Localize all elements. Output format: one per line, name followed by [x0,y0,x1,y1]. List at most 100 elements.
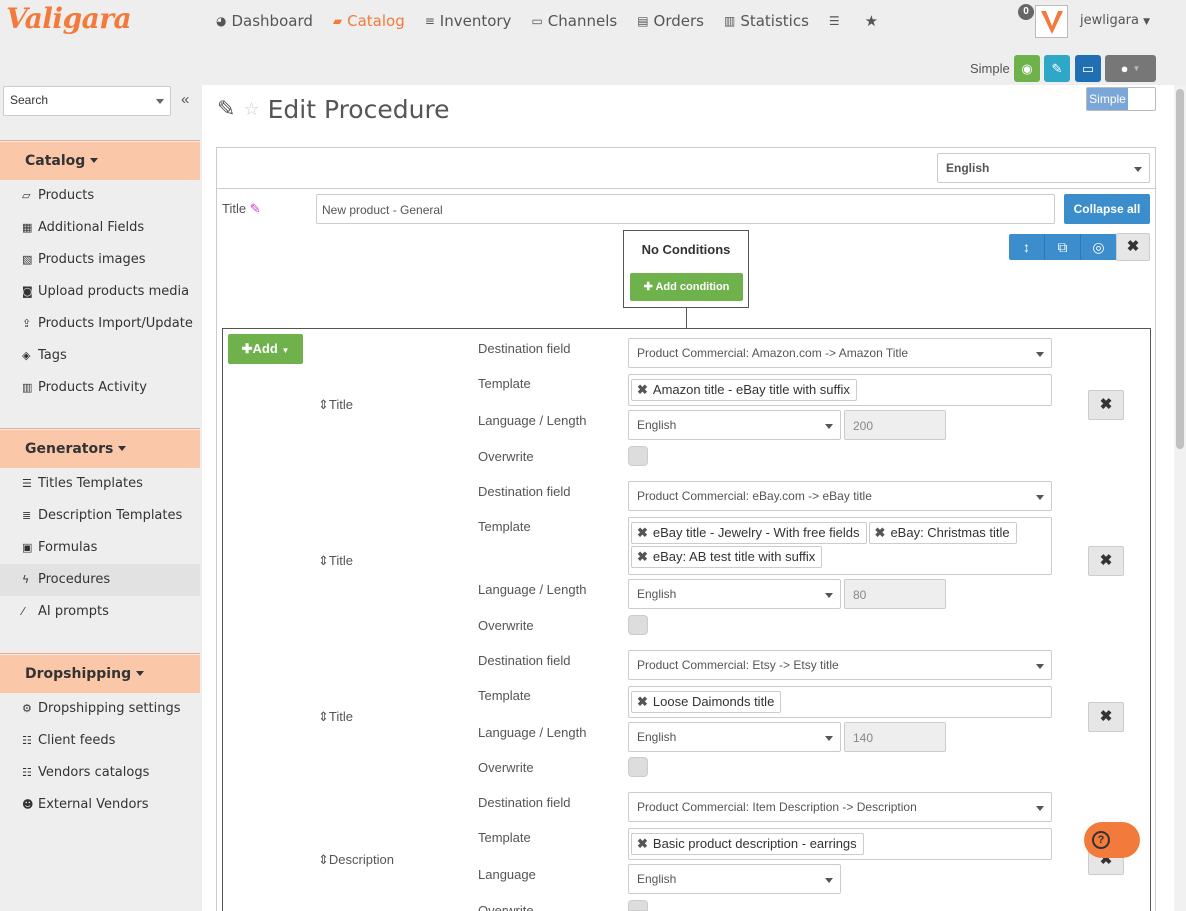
sidebar-item-description-templates[interactable]: ≣ Description Templates [0,500,200,532]
close-icon: ✖ [1126,238,1140,255]
language-select[interactable]: English [937,153,1150,183]
rule-type-label[interactable]: ⇕Title [318,553,353,569]
money-icon: ▣ [22,541,33,554]
valigara-logo[interactable]: Valigara [6,2,132,35]
nav-orders[interactable]: ▤ Orders [637,12,704,30]
remove-icon[interactable]: ✖ [637,525,648,540]
edit-button[interactable]: ✎ [1044,55,1070,82]
destination-select[interactable]: Product Commercial: Etsy -> Etsy title [628,650,1052,680]
delete-group-button[interactable]: ✖ [1116,233,1150,261]
text-height-icon: ☰ [22,477,32,490]
length-input[interactable]: 200 [844,410,946,440]
eye-button[interactable]: ◉ [1014,55,1040,82]
template-tag[interactable]: ✖ Basic product description - earrings [631,833,864,855]
star-icon: ★ [864,12,879,30]
sidebar-item-vendors-catalogs[interactable]: ☷ Vendors catalogs [0,757,200,789]
template-tags[interactable]: ✖ eBay title - Jewelry - With free fields… [628,517,1052,575]
username[interactable]: jewligara ▼ [1080,13,1150,28]
delete-rule-button[interactable]: ✖ [1088,702,1124,732]
sidebar-item-titles-templates[interactable]: ☰ Titles Templates [0,468,200,500]
remove-icon[interactable]: ✖ [875,525,886,540]
nav-dashboard[interactable]: ◕ Dashboard [216,12,313,30]
language-select[interactable]: English [628,864,841,894]
delete-rule-button[interactable]: ✖ [1088,546,1124,576]
length-input[interactable]: 140 [844,722,946,752]
sidebar-item-products-activity[interactable]: ▥ Products Activity [0,372,200,404]
edit-icon[interactable]: ✎ [250,201,261,216]
sidebar-item-dropshipping-settings[interactable]: ⚙ Dropshipping settings [0,693,200,725]
copy-button[interactable]: ⧉ [1045,234,1081,260]
sidebar-item-client-feeds[interactable]: ☷ Client feeds [0,725,200,757]
upload-icon: ⇪ [22,317,32,330]
destination-select[interactable]: Product Commercial: eBay.com -> eBay tit… [628,481,1052,511]
title-input[interactable]: New product - General [316,194,1055,224]
remove-icon[interactable]: ✖ [637,382,648,397]
page-scrollbar[interactable] [1174,85,1186,911]
nav-more-menu[interactable]: ☰ [829,12,845,30]
remove-icon[interactable]: ✖ [637,836,648,851]
template-tags[interactable]: ✖ Amazon title - eBay title with suffix [628,374,1052,406]
destination-select[interactable]: Product Commercial: Item Description -> … [628,792,1052,822]
overwrite-checkbox[interactable] [628,446,648,466]
sidebar-item-additional-fields[interactable]: ▦ Additional Fields [0,212,200,244]
star-outline-icon[interactable]: ☆ [243,99,259,120]
overwrite-checkbox[interactable] [628,900,648,911]
tags-icon: ◈ [22,349,31,362]
rule-type-label[interactable]: ⇕Description [318,852,394,868]
sidebar-item-import-update[interactable]: ⇪ Products Import/Update [0,308,200,340]
nav-channels[interactable]: ▭ Channels [531,12,617,30]
overwrite-label: Overwrite [478,903,534,911]
resize-button[interactable]: ↕ [1009,234,1045,260]
desktop-button[interactable]: ▭ [1075,55,1101,82]
overwrite-checkbox[interactable] [628,757,648,777]
hide-button[interactable]: ◎ [1081,234,1117,260]
notification-badge[interactable]: 0 [1018,4,1034,20]
template-tags[interactable]: ✖ Basic product description - earrings [628,828,1052,860]
delete-rule-button[interactable]: ✖ [1088,390,1124,420]
nav-favorites[interactable]: ★ [865,12,883,30]
destination-select[interactable]: Product Commercial: Amazon.com -> Amazon… [628,338,1052,368]
sidebar-item-formulas[interactable]: ▣ Formulas [0,532,200,564]
template-tag[interactable]: ✖ eBay title - Jewelry - With free fields [631,522,867,544]
template-tag[interactable]: ✖ eBay: Christmas title [868,522,1017,544]
template-tag[interactable]: ✖ eBay: AB test title with suffix [631,546,823,568]
search-select[interactable]: Search [3,86,171,116]
sidebar-section-catalog[interactable]: Catalog [0,142,200,180]
template-tag[interactable]: ✖ Amazon title - eBay title with suffix [631,379,857,401]
simple-toggle[interactable]: Simple [1086,87,1156,111]
template-tags[interactable]: ✖ Loose Daimonds title [628,686,1052,718]
language-select[interactable]: English [628,410,841,440]
scrollbar-thumb[interactable] [1176,89,1184,449]
language-select[interactable]: English [628,722,841,752]
rule-type-label[interactable]: ⇕Title [318,397,353,413]
sidebar-item-ai-prompts[interactable]: ⁄ AI prompts [0,596,200,628]
users-icon: ☻ [22,798,34,811]
nav-catalog[interactable]: ▰ Catalog [333,12,405,30]
sidebar-item-procedures[interactable]: ϟ Procedures [0,564,200,596]
user-button[interactable]: ● ▼ [1105,55,1156,82]
sidebar-item-products-images[interactable]: ▧ Products images [0,244,200,276]
rule-type-label[interactable]: ⇕Title [318,709,353,725]
sidebar-item-external-vendors[interactable]: ☻ External Vendors [0,789,200,821]
sidebar-item-products[interactable]: ▱ Products [0,180,200,212]
language-select[interactable]: English [628,579,841,609]
overwrite-checkbox[interactable] [628,615,648,635]
add-rule-button[interactable]: ✚Add ▼ [228,334,303,364]
nav-statistics[interactable]: ▥ Statistics [724,12,809,30]
length-input[interactable]: 80 [844,579,946,609]
sidebar-section-dropshipping[interactable]: Dropshipping [0,655,200,693]
collapse-all-button[interactable]: Collapse all [1064,194,1150,224]
nav-inventory[interactable]: ≡ Inventory [425,12,512,30]
remove-icon[interactable]: ✖ [637,549,648,564]
sidebar-item-upload-media[interactable]: ◙ Upload products media [0,276,200,308]
add-condition-button[interactable]: ✚ Add condition [630,273,743,301]
edit-icon: ✎ [217,97,236,122]
avatar[interactable] [1035,5,1068,38]
template-tag[interactable]: ✖ Loose Daimonds title [631,691,782,713]
caret-down-icon [118,446,127,451]
sidebar-section-generators[interactable]: Generators [0,430,200,468]
collapse-sidebar-icon[interactable]: « [181,91,189,108]
sidebar-item-tags[interactable]: ◈ Tags [0,340,200,372]
remove-icon[interactable]: ✖ [637,694,648,709]
help-button[interactable]: ? [1084,822,1140,858]
